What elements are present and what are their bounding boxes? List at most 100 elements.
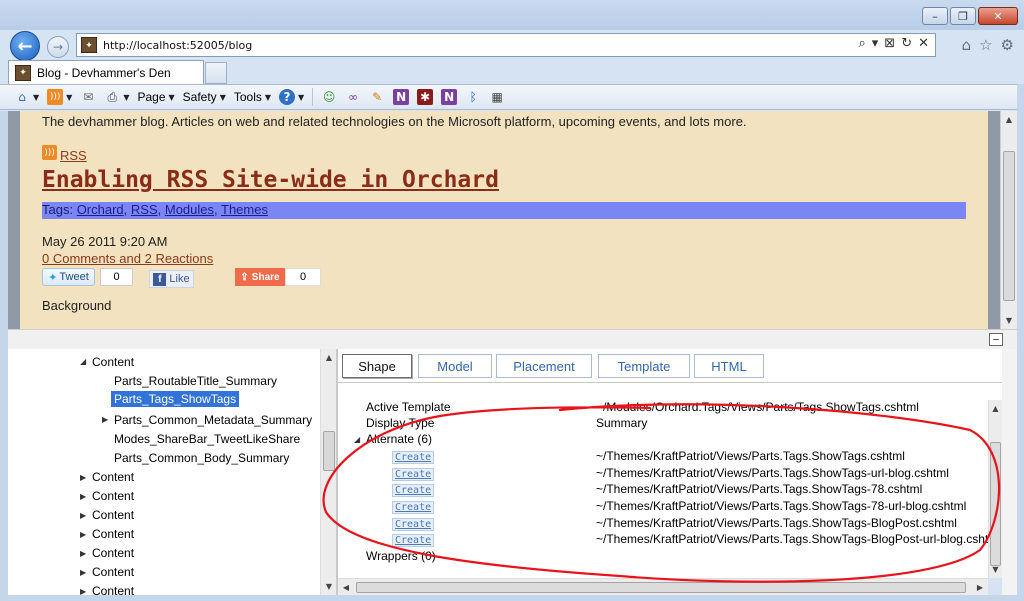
tab-placement[interactable]: Placement — [496, 354, 592, 378]
post-title[interactable]: Enabling RSS Site-wide in Orchard — [42, 167, 499, 193]
pen-addon[interactable]: ✎ — [369, 89, 385, 105]
help-menu[interactable]: ? ▼ — [279, 89, 304, 105]
home-icon[interactable]: ⌂ — [962, 36, 972, 54]
create-alternate-button[interactable]: Create — [392, 451, 435, 464]
create-alternate-button[interactable]: Create — [392, 534, 435, 547]
tree-node-child[interactable]: Parts_RoutableTitle_Summary — [114, 374, 277, 388]
facebook-like-button[interactable]: f Like — [149, 270, 194, 288]
address-bar[interactable]: ✦ http://localhost:52005/blog ⌕ ▾ ⊠ ↻ ✕ — [76, 33, 936, 57]
tag-link[interactable]: Themes — [221, 202, 268, 217]
site-tagline: The devhammer blog. Articles on web and … — [42, 114, 747, 129]
print-command[interactable]: ⎙ ▼ — [104, 89, 130, 105]
expanded-triangle-icon[interactable]: ◢ — [354, 435, 360, 444]
tab-model[interactable]: Model — [418, 354, 492, 378]
properties-scroll-thumb[interactable] — [990, 442, 1001, 566]
tweet-button[interactable]: ✦ Tweet — [42, 268, 95, 286]
page-viewport: The devhammer blog. Articles on web and … — [8, 111, 1000, 329]
tab-template[interactable]: Template — [598, 354, 690, 378]
tree-node-content[interactable]: Content — [92, 470, 134, 484]
page-menu[interactable]: Page ▼ — [137, 90, 174, 104]
tree-node-child[interactable]: Modes_ShareBar_TweetLikeShare — [114, 432, 300, 446]
home-command[interactable]: ⌂ ▼ — [14, 89, 39, 105]
properties-vertical-scrollbar[interactable]: ▲ ▼ — [988, 400, 1002, 578]
alternate-path: ~/Themes/KraftPatriot/Views/Parts.Tags.S… — [596, 482, 923, 496]
mail-command[interactable]: ✉ — [80, 89, 96, 105]
search-icon[interactable]: ⌕ — [858, 36, 865, 51]
browser-tab[interactable]: ✦ Blog - Devhammer's Den — [8, 60, 204, 84]
collapsed-triangle-icon[interactable]: ▶ — [80, 568, 86, 577]
puzzle-addon[interactable]: ✱ — [417, 89, 434, 105]
rss-icon[interactable]: ))) — [42, 145, 57, 160]
tweet-count: 0 — [100, 268, 133, 286]
collapsed-triangle-icon[interactable]: ▶ — [80, 587, 86, 595]
collapsed-triangle-icon[interactable]: ▶ — [80, 492, 86, 501]
rss-link[interactable]: RSS — [60, 148, 87, 163]
tree-node-child[interactable]: Parts_Common_Body_Summary — [114, 451, 289, 465]
collapsed-triangle-icon[interactable]: ▶ — [80, 549, 86, 558]
tab-html[interactable]: HTML — [694, 354, 764, 378]
tree-node-content[interactable]: Content — [92, 546, 134, 560]
collapsed-triangle-icon[interactable]: ▶ — [80, 511, 86, 520]
page-scrollbar[interactable]: ▲ ▼ — [1000, 111, 1017, 329]
tree-node-content[interactable]: Content — [92, 527, 134, 541]
shape-detail-tabs: Shape Model Placement Template HTML — [338, 349, 1002, 383]
tree-node-child[interactable]: Parts_Common_Metadata_Summary — [114, 413, 312, 427]
collapsed-triangle-icon[interactable]: ▶ — [80, 473, 86, 482]
scroll-up-icon[interactable]: ▲ — [989, 400, 1002, 417]
tab-shape[interactable]: Shape — [342, 354, 412, 378]
scroll-up-icon[interactable]: ▲ — [321, 349, 337, 366]
create-alternate-button[interactable]: Create — [392, 501, 435, 514]
chevron-down-icon: ▼ — [264, 92, 272, 102]
forward-button[interactable]: → — [47, 36, 69, 58]
create-alternate-button[interactable]: Create — [392, 518, 435, 531]
visual-studio-addon[interactable]: ∞ — [345, 89, 361, 105]
create-alternate-button[interactable]: Create — [392, 468, 435, 481]
properties-horizontal-scrollbar[interactable]: ◀ ▶ — [338, 578, 988, 595]
close-window-button[interactable]: ✕ — [978, 7, 1018, 25]
stop-icon[interactable]: ✕ — [918, 36, 929, 51]
settings-gear-icon[interactable]: ⚙ — [1001, 36, 1014, 54]
favorites-star-icon[interactable]: ☆ — [979, 36, 992, 54]
tag-link[interactable]: Modules — [165, 202, 214, 217]
messenger-addon[interactable]: ☺ — [321, 89, 337, 105]
scroll-down-icon[interactable]: ▼ — [1001, 312, 1017, 329]
scroll-down-icon[interactable]: ▼ — [321, 578, 337, 595]
scroll-up-icon[interactable]: ▲ — [1001, 111, 1017, 128]
collapsed-triangle-icon[interactable]: ▶ — [80, 530, 86, 539]
feeds-command[interactable]: ))) ▼ — [47, 89, 72, 105]
onenote-send-addon[interactable]: N — [441, 89, 458, 105]
page-scroll-thumb[interactable] — [1003, 151, 1015, 301]
share-button[interactable]: ⇪ Share — [235, 268, 285, 286]
compatibility-view-icon[interactable]: ⊠ — [884, 36, 895, 51]
tree-node-content[interactable]: Content — [92, 565, 134, 579]
safety-menu[interactable]: Safety ▼ — [183, 90, 226, 104]
restore-button[interactable]: ❐ — [950, 7, 976, 25]
scroll-right-icon[interactable]: ▶ — [972, 579, 988, 596]
minimize-button[interactable]: – — [922, 7, 948, 25]
collapse-panel-button[interactable]: – — [989, 333, 1003, 346]
tree-node-content[interactable]: Content — [92, 355, 134, 369]
tree-scrollbar[interactable]: ▲ ▼ — [320, 349, 336, 595]
expanded-triangle-icon[interactable]: ◢ — [80, 357, 86, 366]
tree-node-content[interactable]: Content — [92, 508, 134, 522]
tools-menu[interactable]: Tools ▼ — [234, 90, 271, 104]
refresh-icon[interactable]: ↻ — [901, 36, 912, 51]
new-tab-button[interactable] — [205, 62, 227, 84]
back-button[interactable]: ← — [10, 31, 40, 61]
tag-link[interactable]: Orchard — [77, 202, 124, 217]
tag-link[interactable]: RSS — [131, 202, 158, 217]
tree-node-content[interactable]: Content — [92, 489, 134, 503]
grid-addon[interactable]: ▦ — [489, 89, 505, 105]
collapsed-triangle-icon[interactable]: ▶ — [102, 415, 108, 424]
scroll-down-icon[interactable]: ▼ — [989, 561, 1002, 578]
search-dropdown-icon[interactable]: ▾ — [872, 36, 879, 51]
comments-link[interactable]: 0 Comments and 2 Reactions — [42, 251, 213, 266]
onenote-addon[interactable]: N — [393, 89, 410, 105]
properties-hscroll-thumb[interactable] — [356, 582, 966, 593]
bluetooth-addon[interactable]: ᛒ — [465, 89, 481, 105]
scroll-left-icon[interactable]: ◀ — [338, 579, 354, 596]
tree-node-content[interactable]: Content — [92, 584, 134, 595]
tree-scroll-thumb[interactable] — [323, 431, 335, 471]
tree-node-selected[interactable]: Parts_Tags_ShowTags — [111, 391, 240, 407]
create-alternate-button[interactable]: Create — [392, 484, 435, 497]
